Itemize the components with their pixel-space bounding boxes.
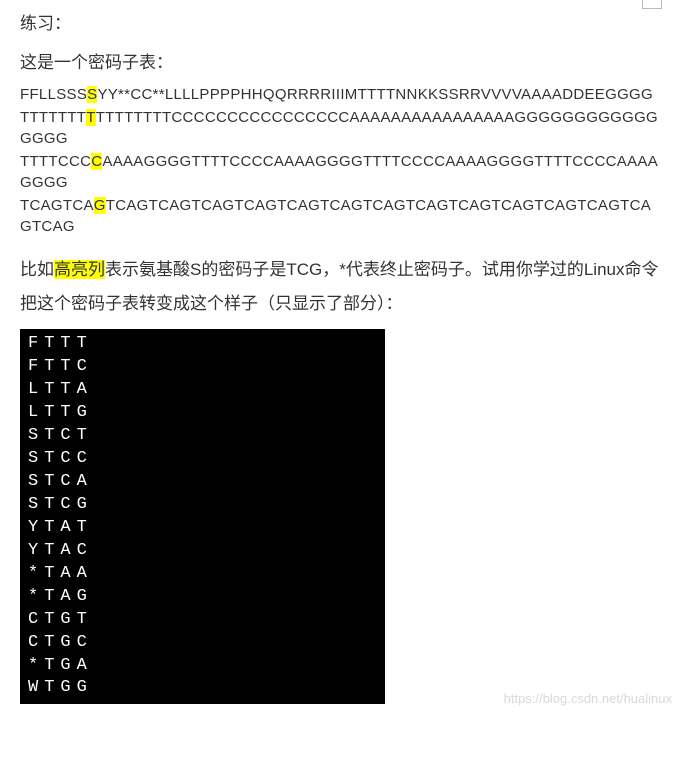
watermark: https://blog.csdn.net/hualinux	[504, 691, 672, 706]
codon-post: AAAAGGGGTTTTCCCCAAAAGGGGTTTTCCCCAAAAGGGG…	[20, 153, 658, 191]
codon-pre: TCAGTCA	[20, 197, 94, 214]
explain-pre: 比如	[20, 260, 54, 279]
codon-pre: FFLLSSS	[20, 86, 87, 103]
codon-line: TTTTTTTTTTTTTTTTCCCCCCCCCCCCCCCCAAAAAAAA…	[20, 107, 662, 149]
exercise-title: 练习：	[20, 10, 662, 37]
codon-line: TCAGTCAGTCAGTCAGTCAGTCAGTCAGTCAGTCAGTCAG…	[20, 195, 662, 237]
codon-highlight: T	[86, 109, 95, 126]
codon-post: YY**CC**LLLLPPPPHHQQRRRRIIIMTTTTNNKKSSRR…	[97, 86, 653, 103]
terminal-output: FTTT FTTC LTTA LTTG STCT STCC STCA STCG …	[20, 329, 385, 704]
explanation-paragraph: 比如高亮列表示氨基酸S的密码子是TCG，*代表终止密码子。试用你学过的Linux…	[20, 253, 662, 321]
highlight-term: 高亮列	[54, 260, 105, 279]
codon-post: TTTTTTTTCCCCCCCCCCCCCCCCAAAAAAAAAAAAAAAA…	[20, 109, 658, 147]
explain-post: 表示氨基酸S的密码子是TCG，*代表终止密码子。试用你学过的Linux命令把这个…	[20, 260, 658, 313]
codon-highlight: C	[91, 153, 102, 170]
codon-table: FFLLSSSSYY**CC**LLLLPPPPHHQQRRRRIIIMTTTT…	[20, 84, 662, 237]
page-corner-mark	[642, 0, 662, 9]
codon-highlight: S	[87, 86, 97, 103]
intro-text: 这是一个密码子表：	[20, 49, 662, 76]
codon-highlight: G	[94, 197, 106, 214]
codon-post: TCAGTCAGTCAGTCAGTCAGTCAGTCAGTCAGTCAGTCAG…	[20, 197, 651, 235]
codon-pre: TTTTTTT	[20, 109, 86, 126]
codon-line: FFLLSSSSYY**CC**LLLLPPPPHHQQRRRRIIIMTTTT…	[20, 84, 662, 105]
codon-line: TTTTCCCCAAAAGGGGTTTTCCCCAAAAGGGGTTTTCCCC…	[20, 151, 662, 193]
codon-pre: TTTTCCC	[20, 153, 91, 170]
